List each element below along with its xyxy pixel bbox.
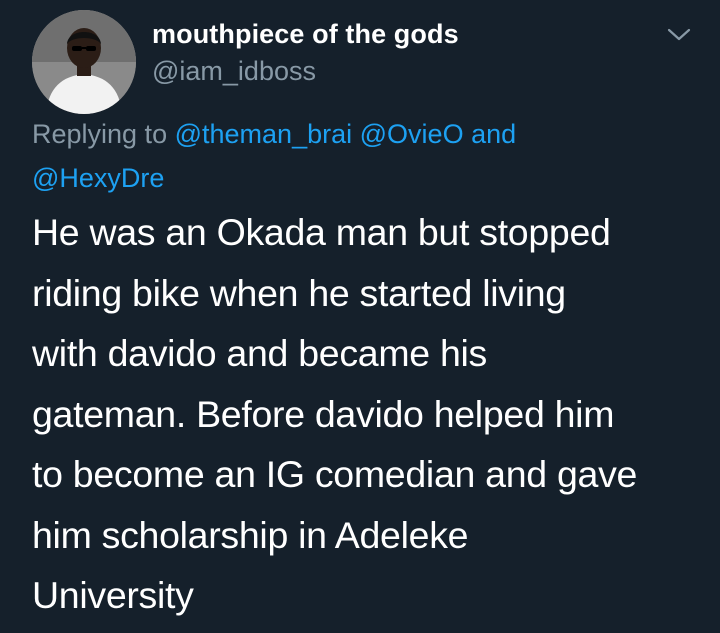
user-avatar-icon [32, 10, 136, 114]
tweet-text-line: him scholarship in Adeleke [32, 513, 469, 556]
tweet-text-line: gateman. Before davido helped him [32, 392, 615, 435]
mention-hexydre[interactable]: @HexyDre [32, 163, 164, 193]
tweet-text-line: with davido and became his [32, 332, 487, 374]
replying-to: Replying to @theman_brai @OvieO and @Hex… [32, 112, 672, 200]
mention-theman-brai[interactable]: @theman_brai [175, 119, 353, 149]
author-display-name[interactable]: mouthpiece of the gods [152, 19, 459, 50]
avatar[interactable] [32, 10, 136, 114]
chevron-down-icon[interactable] [664, 22, 694, 46]
mention-and[interactable]: and [471, 119, 516, 149]
mention-ovieo[interactable]: @OvieO [360, 119, 464, 149]
tweet-text-line: University [32, 574, 194, 616]
replying-to-label: Replying to [32, 119, 168, 149]
tweet-text-line: to become an IG comedian and gave [32, 453, 638, 495]
tweet-text-line: He was an Okada man but stopped [32, 211, 611, 253]
tweet-text-line: riding bike when he started living [32, 271, 566, 314]
tweet-text: He was an Okada man but stopped riding b… [32, 202, 702, 626]
author-handle[interactable]: @iam_idboss [152, 56, 316, 87]
